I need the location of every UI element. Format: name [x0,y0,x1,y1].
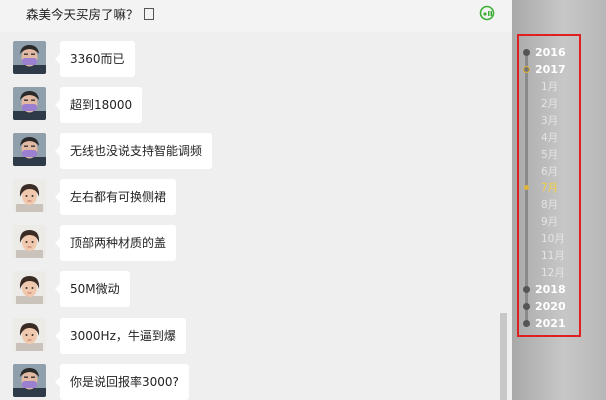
timeline-label: 4月 [541,132,559,144]
timeline-month-10[interactable]: 10月 [519,231,579,247]
timeline-label: 6月 [541,166,559,178]
timeline-month-4[interactable]: 4月 [519,130,579,146]
scrollbar-thumb[interactable] [500,313,507,400]
timeline-label: 11月 [541,250,565,262]
chat-panel: 森美今天买房了嘛？ 3360而已 超到18000 无线也没说支持智能调频 左右都有可换… [0,0,512,400]
avatar[interactable] [13,318,46,351]
message-bubble[interactable]: 50M微动 [55,271,130,307]
message-bubble[interactable]: 无线也没说支持智能调频 [54,133,213,169]
avatar[interactable] [13,271,46,304]
timeline-label: 2020 [535,300,566,313]
timeline-month-3[interactable]: 3月 [519,113,579,129]
avatar[interactable] [13,41,46,74]
timeline-dot-icon [523,286,530,293]
timeline-month-12[interactable]: 12月 [519,265,579,281]
timeline-month-9[interactable]: 9月 [519,214,579,230]
timeline-year-2016[interactable]: 2016 [519,45,579,61]
timeline-label: 8月 [541,199,559,211]
avatar[interactable] [13,225,46,258]
chat-title-text: 森美今天买房了嘛？ [26,7,139,22]
title-glyph-icon [143,8,154,20]
message-list: 3360而已 超到18000 无线也没说支持智能调频 左右都有可换侧裙 顶部两种材质的盖… [0,32,500,400]
avatar[interactable] [13,364,46,397]
timeline-year-2020[interactable]: 2020 [519,299,579,315]
timeline-label: 3月 [541,115,559,127]
chat-header: 森美今天买房了嘛？ [0,0,512,32]
timeline-label: 12月 [541,267,565,279]
timeline-label: 2月 [541,98,559,110]
message-bubble[interactable]: 超到18000 [54,87,143,123]
timeline-month-8[interactable]: 8月 [519,197,579,213]
message-bubble[interactable]: 你是说回报率3000? [55,364,189,400]
message-bubble[interactable]: 3000Hz，牛逼到爆 [55,318,186,354]
timeline-month-7[interactable]: 7月 [519,180,579,196]
timeline-dot-icon [523,303,530,310]
timeline-dot-icon [523,49,530,56]
timeline-month-5[interactable]: 5月 [519,147,579,163]
timeline-month-6[interactable]: 6月 [519,164,579,180]
timeline-label: 5月 [541,149,559,161]
chat-title: 森美今天买房了嘛？ [26,6,154,24]
group-icon[interactable] [479,5,495,21]
timeline-month-2[interactable]: 2月 [519,96,579,112]
avatar[interactable] [13,133,46,166]
timeline-label: 2018 [535,283,566,296]
timeline-label: 9月 [541,216,559,228]
timeline-label: 2016 [535,46,566,59]
timeline-label: 2017 [535,63,566,76]
message-bubble[interactable]: 顶部两种材质的盖 [54,225,177,261]
timeline-year-2018[interactable]: 2018 [519,282,579,298]
timeline-month-1[interactable]: 1月 [519,79,579,95]
timeline-dot-icon [523,320,530,327]
timeline-dot-icon [523,66,530,73]
timeline-year-2017[interactable]: 2017 [519,62,579,78]
avatar[interactable] [13,87,46,120]
message-bubble[interactable]: 左右都有可换侧裙 [54,179,177,215]
timeline-label: 7月 [541,182,559,194]
timeline-label: 1月 [541,81,559,93]
message-bubble[interactable]: 3360而已 [55,41,135,77]
timeline-year-2021[interactable]: 2021 [519,316,579,332]
timeline-label: 10月 [541,233,565,245]
timeline-dot-icon [524,185,529,190]
timeline-label: 2021 [535,317,566,330]
timeline-month-11[interactable]: 11月 [519,248,579,264]
avatar[interactable] [13,179,46,212]
